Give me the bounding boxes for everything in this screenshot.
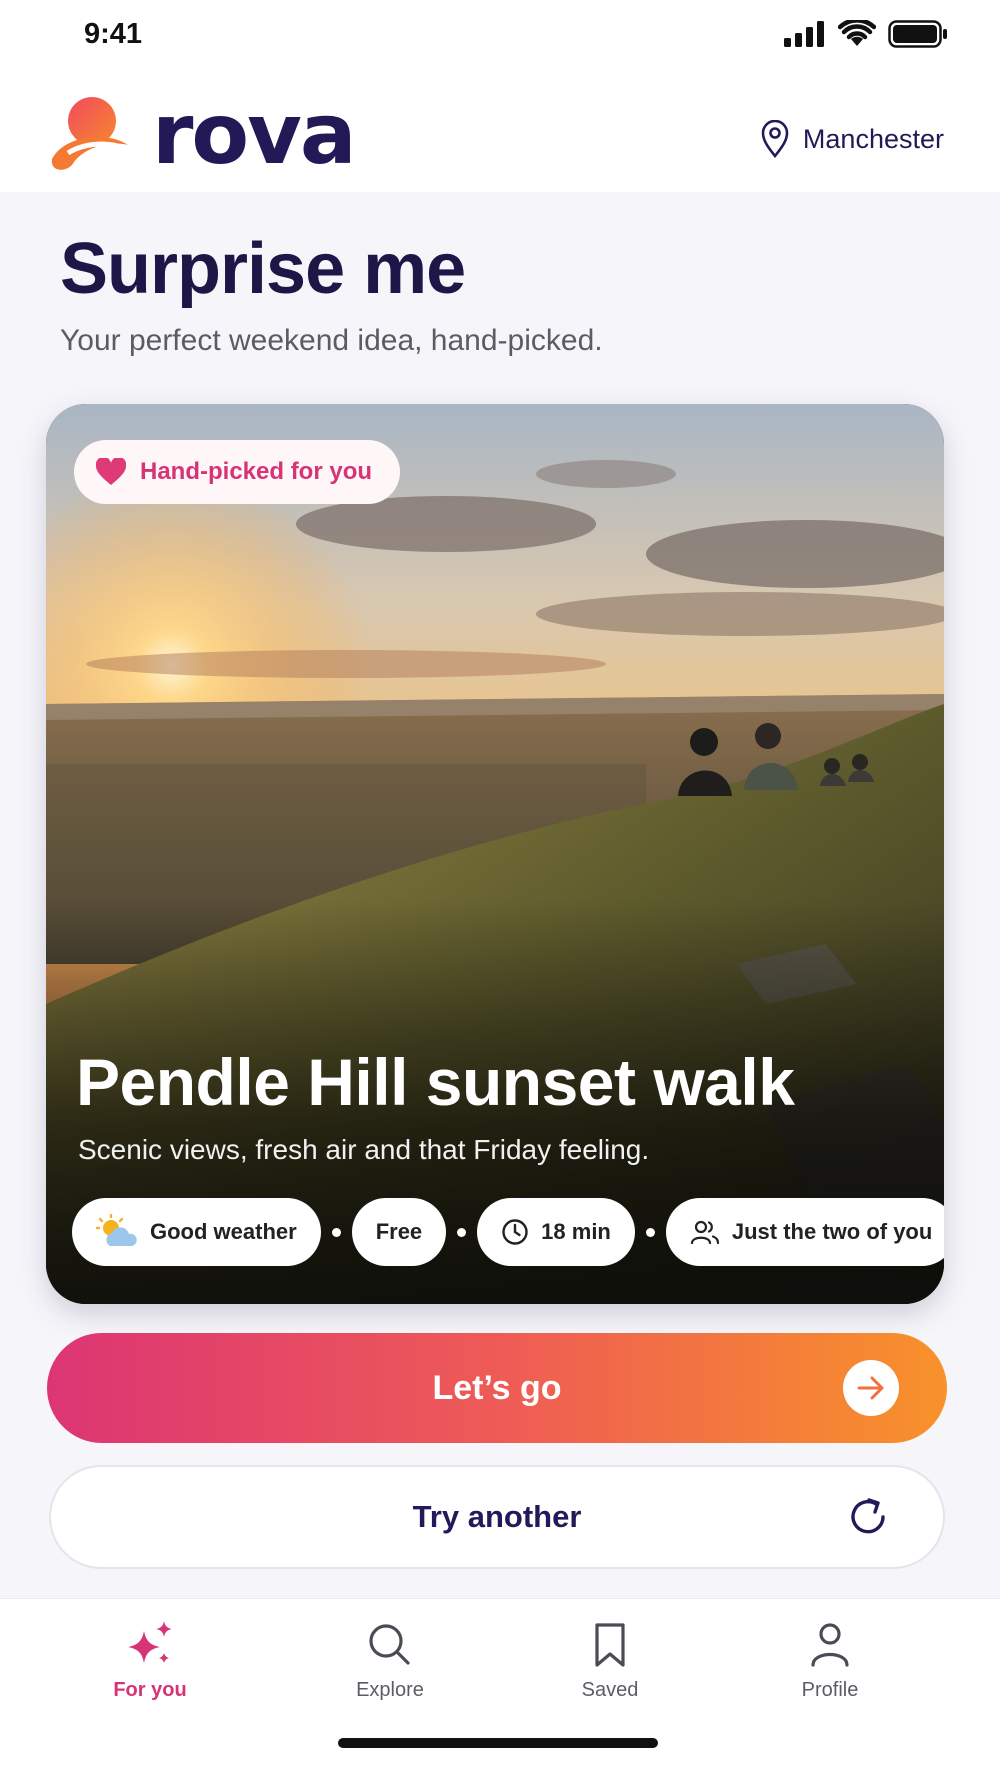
search-icon <box>369 1624 410 1665</box>
tab-explore-label: Explore <box>356 1679 424 1701</box>
bookmark-icon <box>595 1623 625 1667</box>
tab-profile-label: Profile <box>801 1679 859 1701</box>
page-subtitle: Your perfect weekend idea, hand-picked. <box>60 324 603 357</box>
chip-separator <box>457 1227 467 1237</box>
clock-icon <box>502 1219 528 1245</box>
battery-icon <box>888 20 947 48</box>
home-indicator[interactable] <box>338 1738 658 1748</box>
refresh-icon <box>851 1498 885 1534</box>
cellular-signal-icon <box>784 21 824 47</box>
brand-logo[interactable]: rova <box>50 85 357 183</box>
chip-price-label: Free <box>375 1219 423 1244</box>
status-bar: 9:41 <box>0 0 1000 72</box>
location-label: Manchester <box>802 123 944 154</box>
chip-weather: Good weather <box>72 1198 321 1266</box>
tab-explore[interactable]: Explore <box>315 1619 465 1702</box>
map-pin-icon <box>761 120 789 158</box>
try-another-label: Try another <box>412 1499 582 1534</box>
activity-description: Scenic views, fresh air and that Friday … <box>78 1134 650 1165</box>
tab-for-you[interactable]: For you <box>75 1619 225 1702</box>
arrow-right-icon <box>843 1360 899 1416</box>
chip-duration: 18 min <box>477 1198 635 1266</box>
activity-chips: Good weather Free 18 min Just the two of… <box>72 1198 944 1266</box>
chip-group-size: Just the two of you <box>665 1198 944 1266</box>
tab-for-you-label: For you <box>113 1679 187 1701</box>
lets-go-label: Let’s go <box>432 1368 562 1407</box>
brand-wordmark: rova <box>152 85 357 183</box>
badge-label: Hand-picked for you <box>140 458 373 485</box>
page-title: Surprise me <box>60 229 466 309</box>
tab-saved[interactable]: Saved <box>535 1619 685 1702</box>
chip-separator <box>331 1227 341 1237</box>
activity-title: Pendle Hill sunset walk <box>76 1045 795 1119</box>
location-selector[interactable]: Manchester <box>761 120 944 158</box>
chip-separator <box>645 1227 655 1237</box>
status-icons <box>784 20 948 48</box>
chip-price: Free <box>351 1198 447 1266</box>
chip-weather-label: Good weather <box>150 1219 297 1244</box>
tab-saved-label: Saved <box>581 1679 639 1701</box>
heart-icon <box>96 458 126 485</box>
sparkles-icon <box>128 1621 172 1663</box>
partly-sunny-icon <box>96 1214 137 1246</box>
hand-picked-badge: Hand-picked for you <box>74 440 401 504</box>
app-header: rova Manchester <box>0 72 1000 192</box>
lets-go-button[interactable]: Let’s go <box>47 1333 947 1443</box>
person-icon <box>811 1623 849 1667</box>
wifi-icon <box>838 20 876 46</box>
tab-profile[interactable]: Profile <box>755 1619 905 1702</box>
try-another-button[interactable]: Try another <box>49 1465 945 1569</box>
sunset-hillside-photo <box>46 404 944 1304</box>
people-icon <box>690 1220 719 1245</box>
suggestion-card[interactable]: Hand-picked for you Pendle Hill sunset w… <box>46 404 944 1304</box>
logo-mark-icon <box>51 97 128 170</box>
status-time: 9:41 <box>84 18 143 50</box>
chip-group-size-label: Just the two of you <box>731 1219 933 1244</box>
chip-duration-label: 18 min <box>541 1219 611 1244</box>
